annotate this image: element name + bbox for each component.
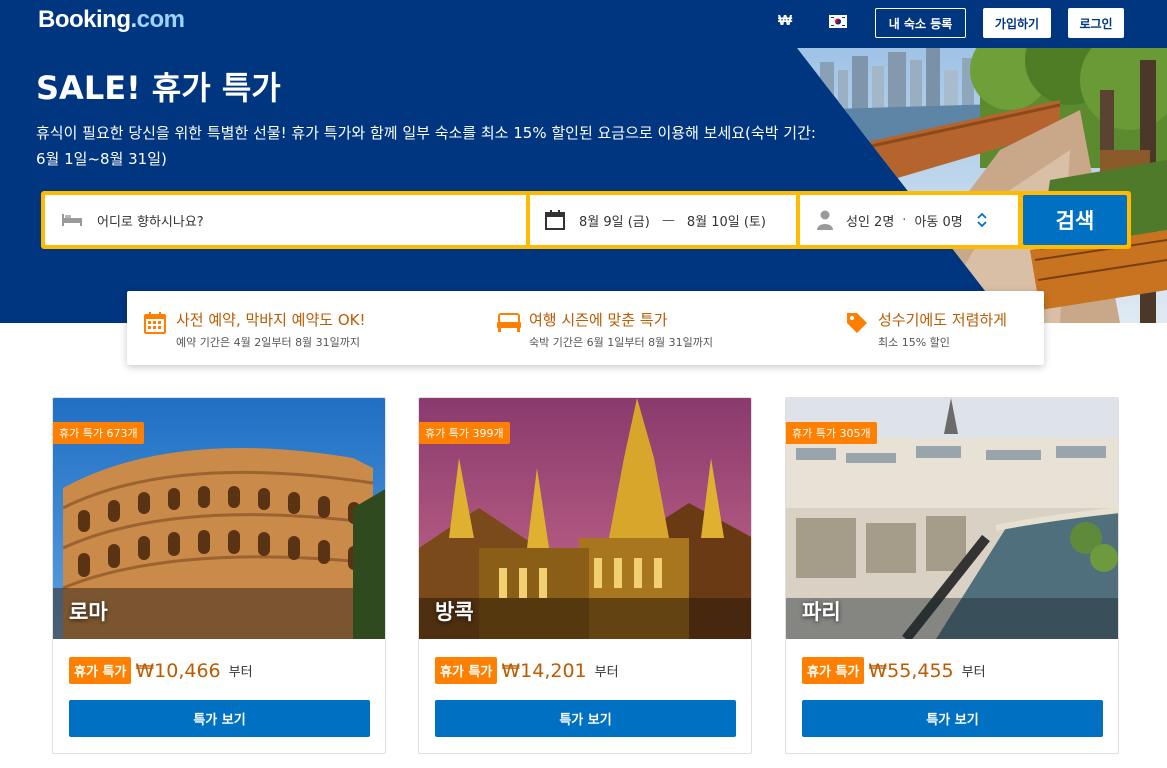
city-name: 방콕 [435, 600, 474, 624]
deal-card-paris[interactable]: 휴가 특가 305개 파리 휴가 특가 ₩55,455 부터 특가 보기 [785, 397, 1119, 754]
chevron-updown-icon [977, 213, 987, 227]
search-bar: 어디로 향하시나요? 8월 9일 (금) — 8월 10일 (토) 성인 2명 … [41, 191, 1131, 249]
price-suffix: 부터 [228, 665, 253, 680]
calendar-icon [144, 312, 166, 334]
register-button[interactable]: 가입하기 [983, 8, 1051, 38]
view-deals-button[interactable]: 특가 보기 [69, 700, 370, 737]
benefit-item: 사전 예약, 막바지 예약도 OK! 예약 기간은 4월 2일부터 8월 31일… [144, 291, 444, 365]
benefit-title: 여행 시즌에 맞춘 특가 [529, 311, 668, 329]
bed-icon [497, 313, 521, 332]
hero-banner: Booking.com ₩ 내 숙소 등록 가입하기 로그인 SALE! 휴가 … [0, 0, 1167, 323]
price-value: ₩55,455 [868, 659, 954, 682]
guest-separator: · [902, 212, 907, 228]
price-row: 휴가 특가 ₩14,201 부터 [435, 657, 619, 684]
benefit-desc: 예약 기간은 4월 2일부터 8월 31일까지 [176, 336, 361, 349]
deal-tag: 휴가 특가 [69, 657, 132, 684]
calendar-icon [545, 210, 565, 230]
price-value: ₩10,466 [135, 659, 221, 682]
page-title: SALE! 휴가 특가 [36, 69, 281, 107]
logo-text: Booking [38, 6, 131, 33]
deal-tag: 휴가 특가 [435, 657, 498, 684]
deal-card-rome[interactable]: 휴가 특가 673개 로마 휴가 특가 ₩10,466 부터 특가 보기 [52, 397, 386, 754]
date-range-field[interactable]: 8월 9일 (금) — 8월 10일 (토) [530, 195, 796, 245]
checkout-date: 8월 10일 (토) [686, 214, 766, 230]
adults-count: 성인 2명 [846, 214, 895, 230]
deal-card-bangkok[interactable]: 휴가 특가 399개 방콕 휴가 특가 ₩14,201 부터 특가 보기 [418, 397, 752, 754]
city-name: 파리 [802, 600, 841, 624]
korea-flag-icon[interactable] [829, 15, 847, 28]
price-suffix: 부터 [961, 665, 986, 680]
price-tag-icon [847, 313, 867, 333]
booking-logo[interactable]: Booking.com [38, 6, 185, 34]
benefit-item: 성수기에도 저렴하게 최소 15% 할인 [846, 291, 1046, 365]
price-suffix: 부터 [594, 665, 619, 680]
deal-count-badge: 휴가 특가 673개 [53, 422, 144, 444]
destination-field[interactable]: 어디로 향하시나요? [45, 195, 526, 245]
bed-icon [62, 214, 82, 226]
benefit-item: 여행 시즌에 맞춘 특가 숙박 기간은 6월 1일부터 8월 31일까지 [497, 291, 797, 365]
city-name: 로마 [69, 600, 108, 624]
benefit-title: 사전 예약, 막바지 예약도 OK! [176, 311, 366, 329]
search-button[interactable]: 검색 [1023, 195, 1127, 245]
list-property-button[interactable]: 내 숙소 등록 [875, 8, 966, 38]
view-deals-button[interactable]: 특가 보기 [435, 700, 736, 737]
price-row: 휴가 특가 ₩55,455 부터 [802, 657, 986, 684]
hero-subtitle: 휴식이 필요한 당신을 위한 특별한 선물! 휴가 특가와 함께 일부 숙소를 … [36, 124, 816, 168]
benefit-desc: 최소 15% 할인 [878, 336, 950, 349]
benefit-title: 성수기에도 저렴하게 [878, 311, 1007, 329]
price-row: 휴가 특가 ₩10,466 부터 [69, 657, 253, 684]
deal-count-badge: 휴가 특가 305개 [786, 422, 877, 444]
children-count: 아동 0명 [914, 214, 963, 230]
deal-count-badge: 휴가 특가 399개 [419, 422, 510, 444]
logo-tld: com [136, 6, 185, 33]
date-separator: — [661, 212, 675, 228]
guests-field[interactable]: 성인 2명 · 아동 0명 [800, 195, 1018, 245]
signin-button[interactable]: 로그인 [1068, 8, 1124, 38]
benefit-desc: 숙박 기간은 6월 1일부터 8월 31일까지 [529, 336, 714, 349]
checkin-date: 8월 9일 (금) [579, 214, 650, 230]
view-deals-button[interactable]: 특가 보기 [802, 700, 1103, 737]
person-icon [817, 210, 833, 230]
currency-selector[interactable]: ₩ [778, 12, 792, 29]
price-value: ₩14,201 [501, 659, 587, 682]
destination-placeholder: 어디로 향하시나요? [97, 214, 204, 230]
benefits-panel: 사전 예약, 막바지 예약도 OK! 예약 기간은 4월 2일부터 8월 31일… [127, 291, 1044, 365]
deal-tag: 휴가 특가 [802, 657, 865, 684]
